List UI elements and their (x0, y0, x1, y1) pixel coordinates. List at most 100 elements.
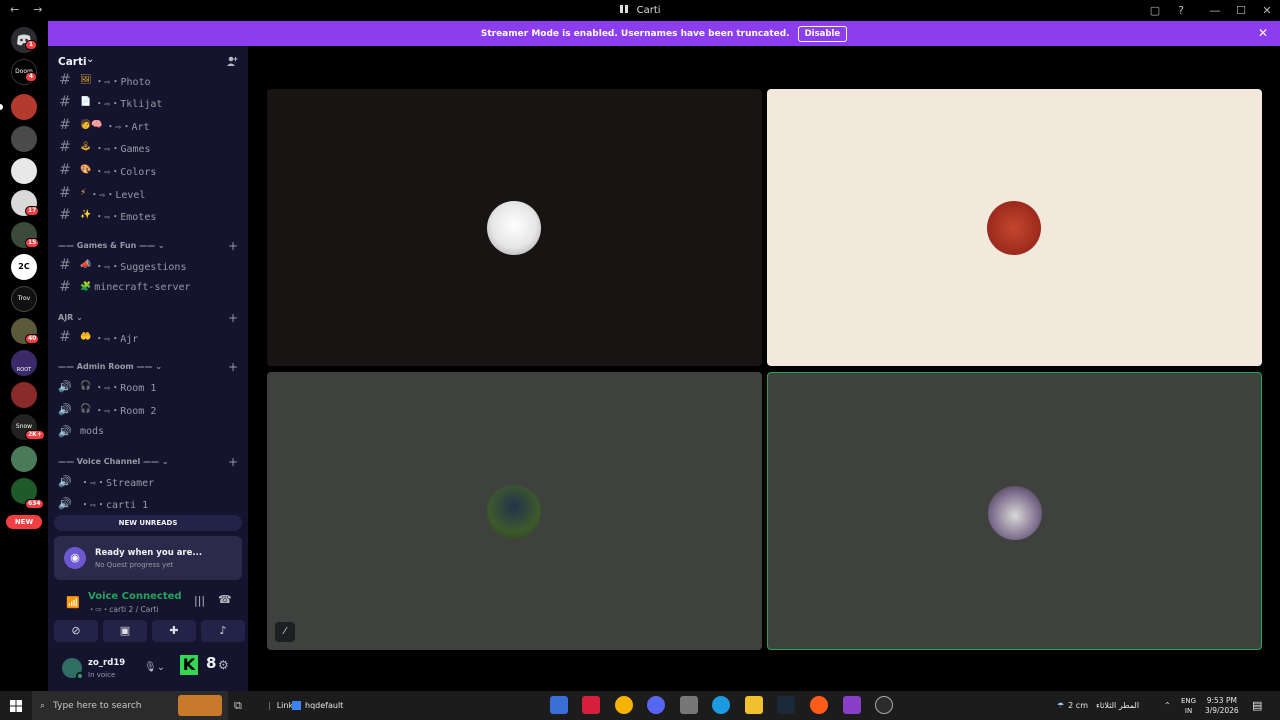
server-icon[interactable] (11, 446, 37, 472)
voice-channel-room-2[interactable]: 🔊 🎧 ・⇨・Room 2 (56, 399, 242, 419)
channel-name: ・⇨・Room 2 (94, 405, 157, 417)
windows-start-icon[interactable] (10, 691, 22, 720)
server-badge: 4 (25, 72, 37, 82)
channel-name: ・⇨・Photo (94, 76, 151, 88)
category-name: AJR (58, 313, 74, 322)
channel-colors[interactable]: # 🎨 ・⇨・Colors (56, 160, 242, 180)
server-badge: 40 (25, 334, 40, 344)
add-channel-icon[interactable]: + (228, 239, 238, 253)
app-icon[interactable] (680, 696, 698, 714)
screen-share-button[interactable]: ▣ (103, 620, 147, 642)
hash-icon: # (59, 185, 71, 201)
app-icon[interactable] (582, 696, 600, 714)
server-icon[interactable] (11, 126, 37, 152)
speaker-icon: 🔊 (58, 424, 72, 438)
weather-widget[interactable]: ☂ 2 cm المطر الثلاثاء (1057, 691, 1139, 720)
participant-tile[interactable] (767, 89, 1262, 366)
username[interactable]: zo_rd19 (88, 658, 125, 668)
channel-emotes[interactable]: # ✨ ・⇨・Emotes (56, 205, 242, 225)
file-explorer-icon[interactable] (745, 696, 763, 714)
channel-name: ・⇨・Room 1 (94, 382, 157, 394)
voice-stage: ⁄ (248, 46, 1280, 691)
voice-channel-mods[interactable]: 🔊 mods (56, 421, 242, 441)
person-add-icon[interactable] (226, 55, 238, 67)
clock-date: 3/9/2026 (1205, 706, 1239, 715)
close-icon[interactable]: ✕ (1258, 26, 1268, 40)
inbox-icon[interactable]: ▢ (1142, 4, 1168, 17)
close-button[interactable]: ✕ (1254, 4, 1280, 17)
channel-emoji: 🧑🧠 (80, 120, 103, 130)
channel-tklijat[interactable]: # 📄 ・⇨・Tklijat (56, 92, 242, 112)
channel-photo[interactable]: # 🖼 ・⇨・Photo (56, 70, 242, 90)
signal-icon[interactable]: 📶 (66, 596, 80, 609)
discord-icon[interactable] (647, 696, 665, 714)
minimize-button[interactable]: — (1202, 4, 1228, 17)
server-icon[interactable] (11, 94, 37, 120)
server-icon[interactable] (11, 382, 37, 408)
help-icon[interactable]: ? (1168, 4, 1194, 17)
quest-title: Ready when you are... (95, 548, 203, 558)
app-icon[interactable] (615, 696, 633, 714)
task-view-icon[interactable]: ⧉ (234, 691, 242, 720)
chevron-down-icon: ⌄ (155, 362, 163, 371)
disconnect-icon[interactable]: ☎ (218, 593, 232, 606)
category-ajr[interactable]: AJR ⌄ + (58, 311, 238, 327)
chevron-up-icon[interactable]: ⌃ (1164, 691, 1171, 720)
activities-button[interactable]: ✚ (152, 620, 196, 642)
taskbar-search[interactable]: ⌕ Type here to search (32, 691, 228, 720)
participant-tile[interactable] (267, 89, 762, 366)
edge-icon[interactable] (712, 696, 730, 714)
clock[interactable]: 9:53 PM 3/9/2026 (1205, 696, 1239, 716)
channel-suggestions[interactable]: # 📣 ・⇨・Suggestions (56, 255, 242, 275)
voice-channel-room-1[interactable]: 🔊 🎧 ・⇨・Room 1 (56, 376, 242, 396)
add-channel-icon[interactable]: + (228, 455, 238, 469)
gear-icon[interactable]: ⚙ (218, 658, 229, 672)
channel-name: ・⇨・Streamer (80, 477, 155, 489)
participant-tile-speaking[interactable] (767, 372, 1262, 650)
weather-description: المطر الثلاثاء (1096, 701, 1140, 710)
mute-icon[interactable]: ⁄ (275, 622, 295, 642)
new-badge[interactable]: NEW (6, 515, 42, 529)
channel-emoji: 🖼 (80, 75, 92, 85)
steam-icon[interactable] (777, 696, 795, 714)
participant-tile[interactable]: ⁄ (267, 372, 762, 650)
hqdefault-item[interactable]: hqdefault (292, 691, 343, 720)
channel-ajr[interactable]: # 🤲 ・⇨・Ajr (56, 327, 242, 347)
voice-connected-title[interactable]: Voice Connected (88, 591, 182, 602)
soundboard-button[interactable]: ♪ (201, 620, 245, 642)
disable-button[interactable]: Disable (797, 25, 848, 42)
notifications-icon[interactable]: ▤ (1252, 691, 1262, 720)
channel-games[interactable]: # 🕹 ・⇨・Games (56, 137, 242, 157)
channel-level[interactable]: # ⚡ ・⇨・Level (56, 183, 242, 203)
channel-emoji: 🧩 (80, 282, 92, 292)
app-icon[interactable] (875, 696, 893, 714)
server-trov[interactable]: Trov (11, 286, 37, 312)
voice-channel-carti-1[interactable]: 🔊 ・⇨・carti 1 (56, 493, 242, 513)
app-icon[interactable] (810, 696, 828, 714)
microphone-icon[interactable]: 🎙⌄ (144, 662, 165, 673)
server-icon[interactable] (11, 158, 37, 184)
voice-channel-streamer[interactable]: 🔊 ・⇨・Streamer (56, 471, 242, 491)
channel-minecraft-server[interactable]: # 🧩 minecraft-server (56, 277, 242, 297)
add-channel-icon[interactable]: + (228, 360, 238, 374)
voice-channel-path[interactable]: ・⇨・carti 2 / Carti (88, 604, 159, 615)
language-indicator[interactable]: ENG IN (1181, 696, 1196, 716)
app-icon[interactable] (550, 696, 568, 714)
noise-suppression-icon[interactable]: ||| (194, 594, 205, 607)
chevron-down-icon: ⌄ (157, 241, 165, 250)
hash-icon: # (59, 139, 71, 155)
category-voice-channel[interactable]: —— Voice Channel —— ⌄ + (58, 455, 238, 471)
app-icon[interactable] (843, 696, 861, 714)
category-games-fun[interactable]: —— Games & Fun —— ⌄ + (58, 239, 238, 255)
chevron-down-icon: ⌄ (161, 457, 169, 466)
server-2c[interactable]: 2C (11, 254, 37, 280)
add-channel-icon[interactable]: + (228, 311, 238, 325)
server-badge: 17 (25, 206, 40, 216)
channel-art[interactable]: # 🧑🧠 ・⇨・Art (56, 115, 242, 135)
camera-off-button[interactable]: ⊘ (54, 620, 98, 642)
category-admin-room[interactable]: —— Admin Room —— ⌄ + (58, 360, 238, 376)
quest-card[interactable]: ◉ Ready when you are... No Quest progres… (54, 536, 242, 580)
server-root[interactable]: ROOT (11, 350, 37, 376)
new-unreads-button[interactable]: NEW UNREADS (54, 515, 242, 531)
maximize-button[interactable]: ☐ (1228, 4, 1254, 17)
